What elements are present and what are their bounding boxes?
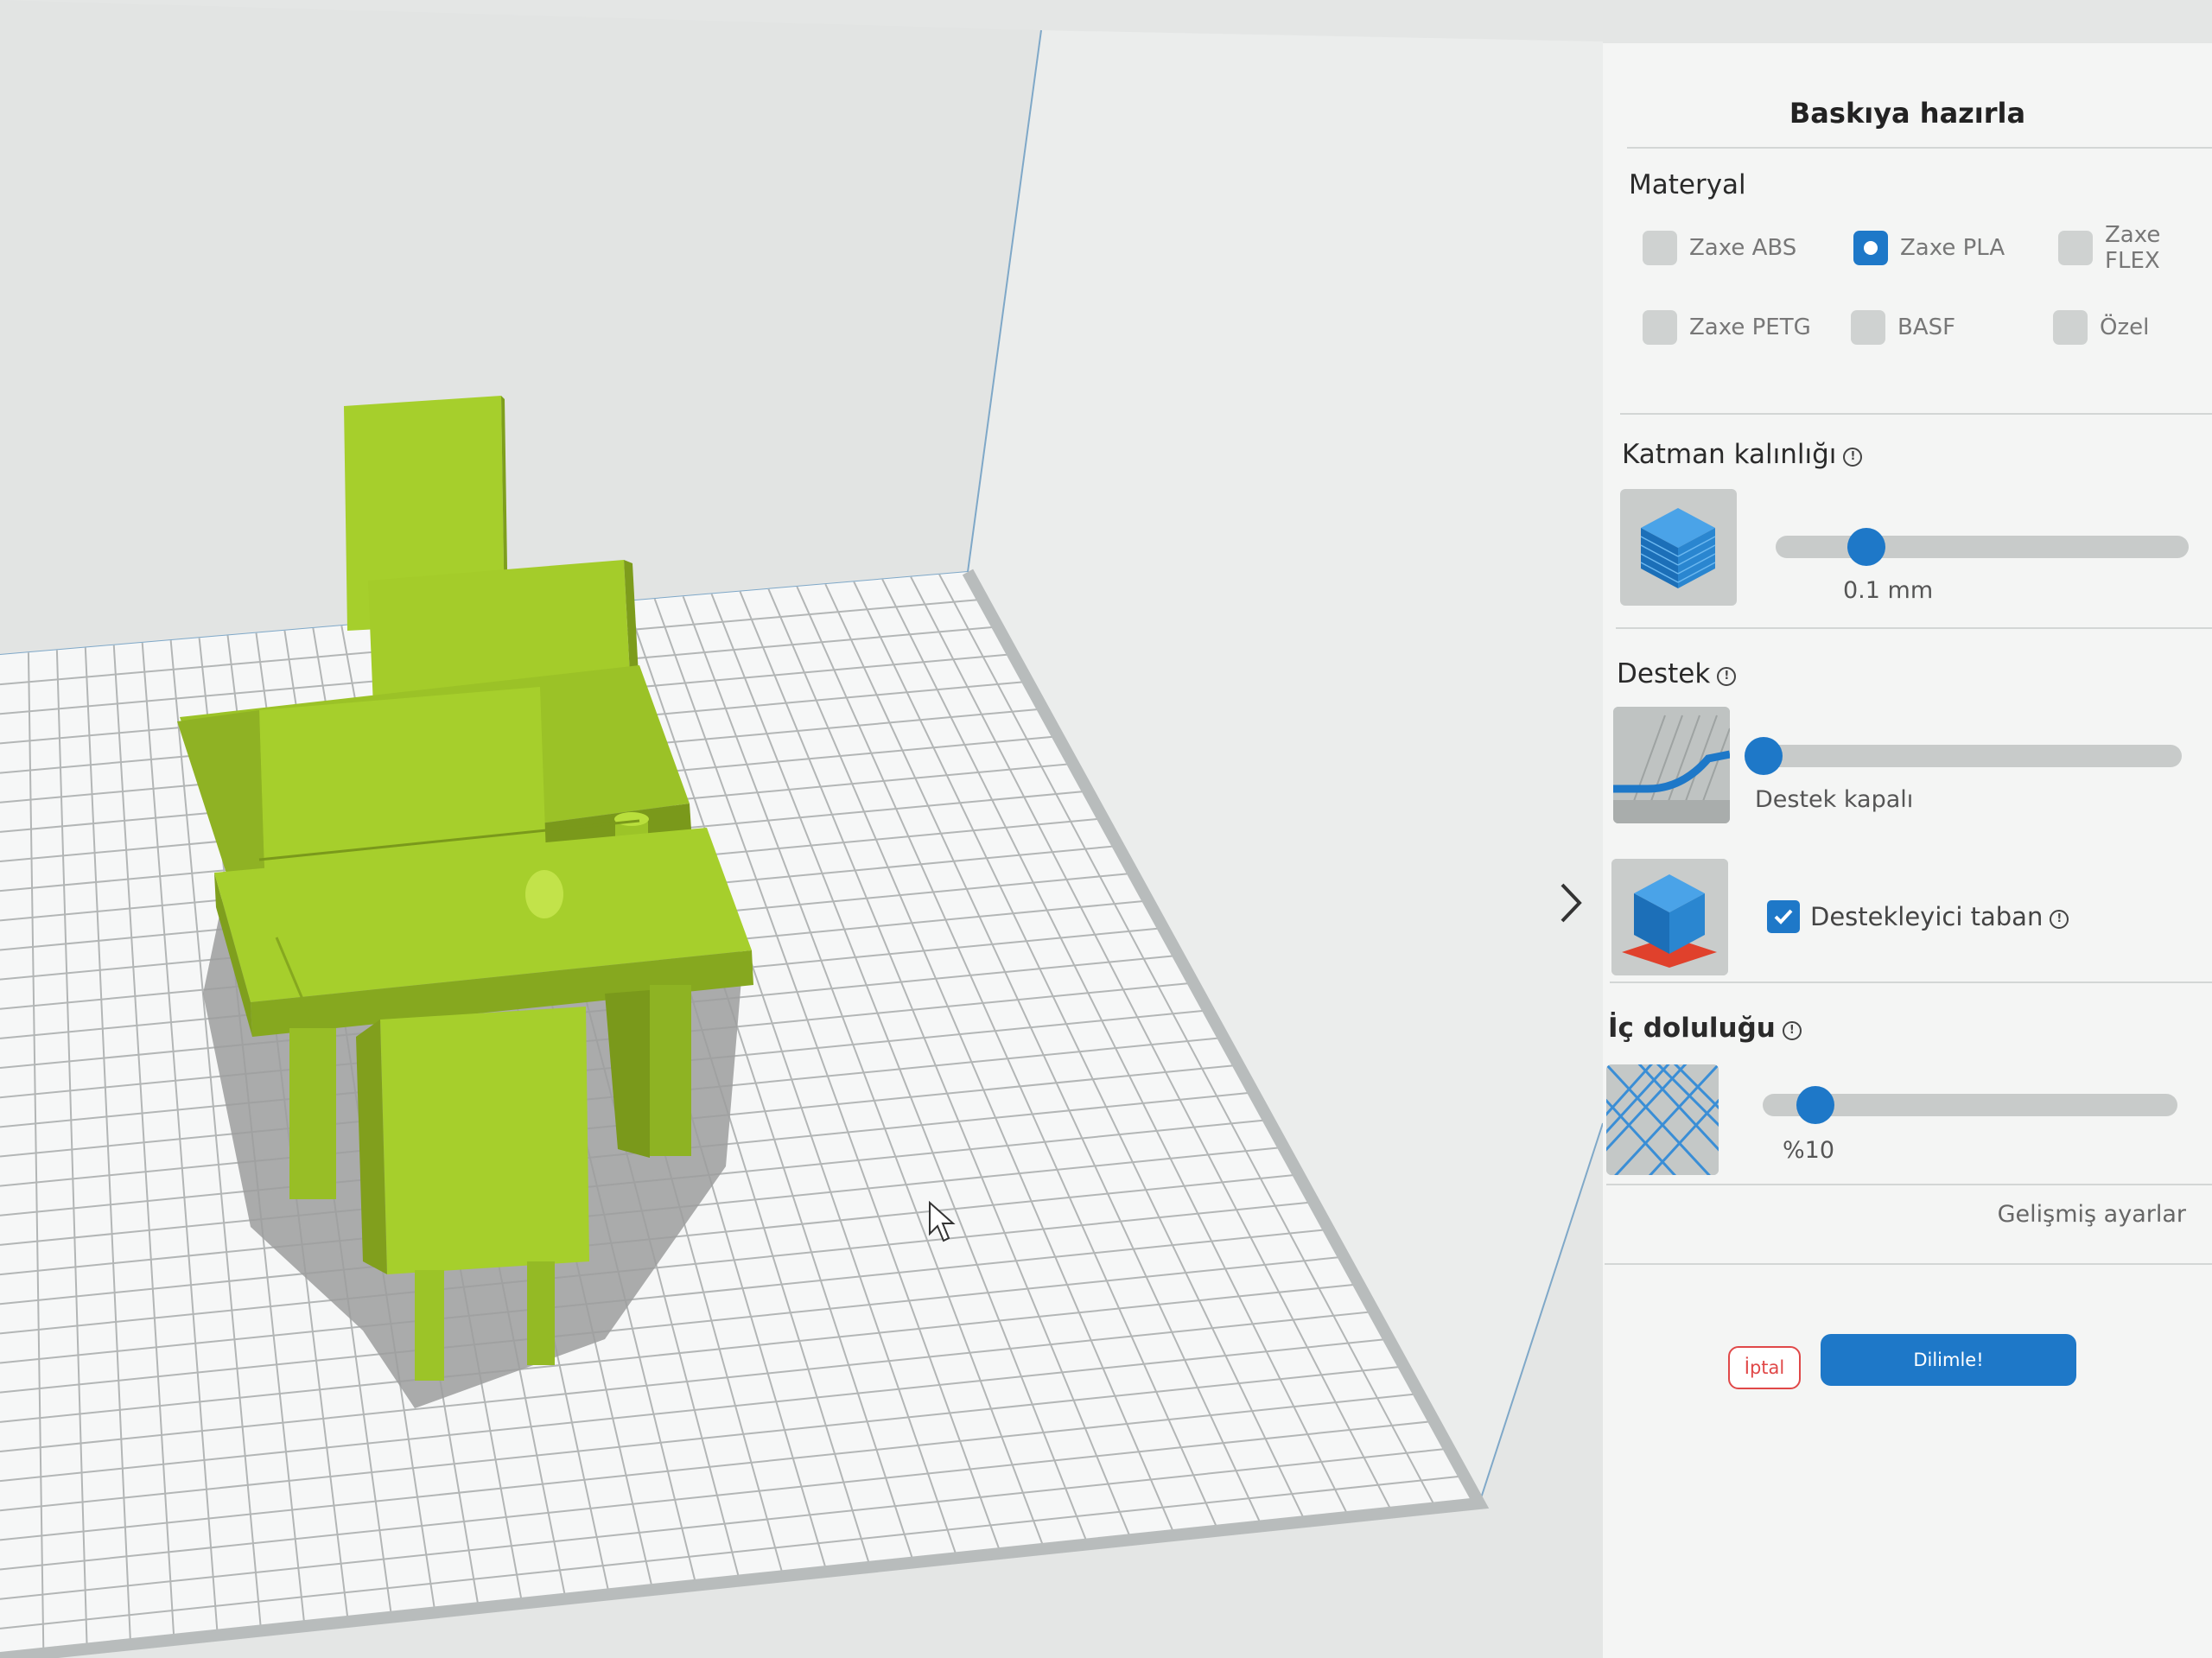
info-icon[interactable]: ! <box>1843 448 1863 467</box>
blue-cube-icon <box>1620 489 1737 606</box>
infill-label: İç doluluğu! <box>1608 1013 1802 1044</box>
material-radio[interactable] <box>2058 231 2093 265</box>
material-radio[interactable] <box>1643 231 1677 265</box>
checkmark-icon <box>1774 909 1793 924</box>
raft-label: Destekleyici taban! <box>1810 902 2069 931</box>
cancel-button[interactable]: İptal <box>1728 1346 1801 1389</box>
material-option-petg[interactable]: Zaxe PETG <box>1643 308 1811 347</box>
layer-thickness-slider[interactable] <box>1776 536 2189 558</box>
advanced-settings-link[interactable]: Gelişmiş ayarlar <box>1998 1201 2186 1228</box>
panel-title: Baskıya hazırla <box>1789 97 2026 130</box>
divider <box>1620 413 2212 415</box>
infill-slider-handle[interactable] <box>1796 1086 1834 1124</box>
material-radio-selected[interactable] <box>1853 231 1888 265</box>
material-option-pla[interactable]: Zaxe PLA <box>1853 228 2005 268</box>
support-slider[interactable] <box>1750 745 2182 767</box>
info-icon[interactable]: ! <box>1717 667 1737 686</box>
support-curve-icon <box>1613 707 1730 823</box>
support-value: Destek kapalı <box>1755 786 1914 813</box>
material-label: Materyal <box>1629 169 1746 200</box>
divider <box>1606 1184 2212 1185</box>
material-option-abs[interactable]: Zaxe ABS <box>1643 228 1796 268</box>
chevron-right-icon <box>1560 883 1582 923</box>
collapse-panel-button[interactable] <box>1547 873 1595 933</box>
support-slider-handle[interactable] <box>1745 737 1783 775</box>
material-option-flex[interactable]: Zaxe FLEX <box>2058 222 2212 274</box>
layer-thickness-value: 0.1 mm <box>1843 577 1934 604</box>
support-label: Destek! <box>1617 658 1737 689</box>
raft-checkbox[interactable] <box>1767 900 1800 933</box>
material-radio[interactable] <box>1851 310 1885 345</box>
infill-value: %10 <box>1783 1137 1835 1164</box>
info-icon[interactable]: ! <box>1782 1021 1802 1040</box>
material-option-basf[interactable]: BASF <box>1851 308 1955 347</box>
slice-button[interactable]: Dilimle! <box>1821 1334 2076 1386</box>
material-option-custom[interactable]: Özel <box>2053 308 2149 347</box>
material-radio[interactable] <box>1643 310 1677 345</box>
material-radio[interactable] <box>2053 310 2088 345</box>
raft-cube-icon <box>1611 859 1728 975</box>
info-icon[interactable]: ! <box>2050 910 2069 929</box>
divider <box>1610 981 2212 983</box>
layer-thickness-label: Katman kalınlığı! <box>1622 439 1863 470</box>
divider <box>1616 627 2212 629</box>
infill-grid-icon <box>1606 1064 1719 1175</box>
layer-thickness-slider-handle[interactable] <box>1847 528 1886 566</box>
divider <box>1605 1263 2212 1265</box>
divider <box>1627 147 2212 149</box>
print-settings-panel: Baskıya hazırla Materyal Zaxe ABS Zaxe P… <box>1603 43 2212 1658</box>
